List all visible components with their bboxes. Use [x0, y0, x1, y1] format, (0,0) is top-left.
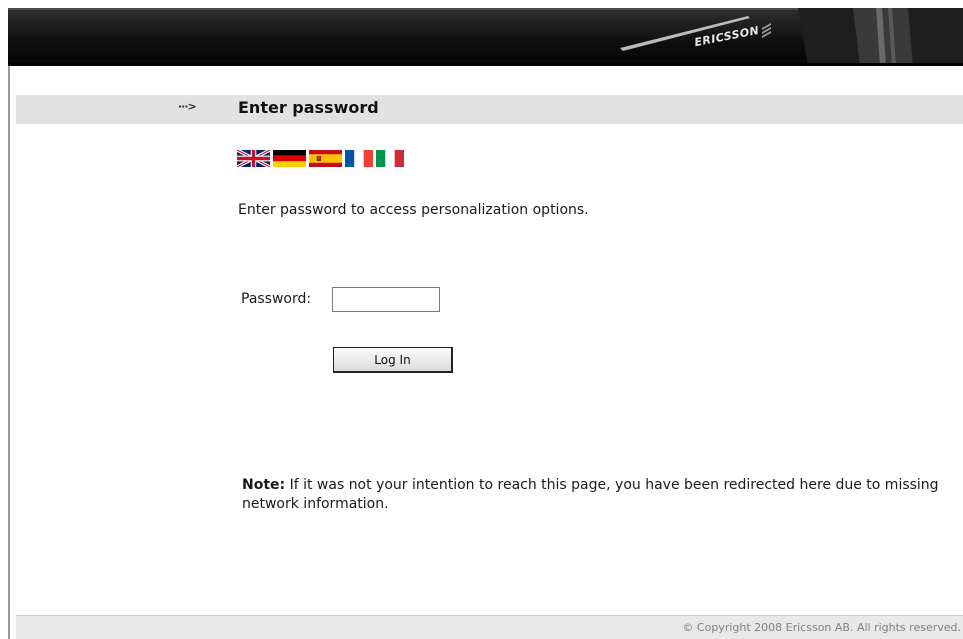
copyright-text: © Copyright 2008 Ericsson AB. All rights…	[682, 621, 961, 634]
note-text: Note: If it was not your intention to re…	[242, 476, 960, 514]
page-title: Enter password	[238, 98, 379, 117]
note-body: If it was not your intention to reach th…	[242, 477, 939, 512]
footer: © Copyright 2008 Ericsson AB. All rights…	[16, 615, 963, 639]
uk-flag-icon[interactable]	[237, 150, 270, 167]
intro-text: Enter password to access personalization…	[238, 202, 589, 218]
language-selector	[237, 150, 404, 167]
title-arrow-icon: ···>	[178, 100, 197, 113]
header-swoosh-graphic	[620, 8, 963, 66]
french-flag-icon[interactable]	[345, 150, 373, 167]
password-field[interactable]	[332, 287, 440, 312]
note-label: Note:	[242, 477, 286, 493]
title-band	[16, 95, 963, 124]
page: ERICSSON ···> Enter password Enter passw…	[0, 0, 963, 639]
header-banner: ERICSSON	[8, 8, 963, 66]
german-flag-icon[interactable]	[273, 150, 306, 167]
password-label: Password:	[241, 291, 312, 307]
ericsson-logo-icon	[762, 23, 771, 38]
left-border	[8, 8, 10, 639]
italian-flag-icon[interactable]	[376, 150, 404, 167]
login-button[interactable]: Log In	[333, 347, 453, 373]
spanish-flag-icon[interactable]	[309, 150, 342, 167]
header-bottom-edge	[8, 63, 963, 66]
